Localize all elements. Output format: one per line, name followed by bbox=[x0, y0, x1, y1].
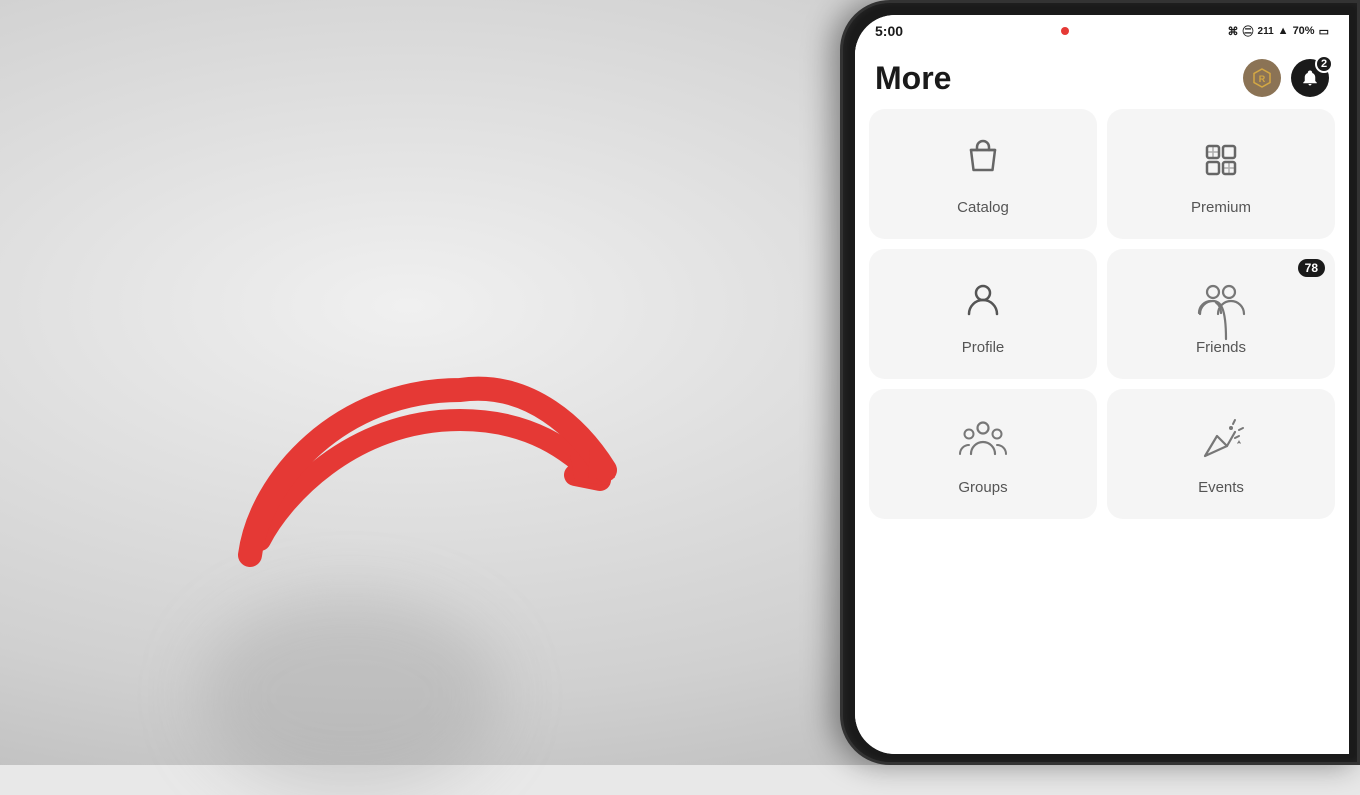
events-label: Events bbox=[1198, 479, 1244, 496]
status-bar: 5:00 ⌘ ㊁ 211 ▲ 70% ▭ bbox=[855, 15, 1349, 43]
header-icons: R 2 bbox=[1243, 59, 1329, 97]
page-title: More bbox=[875, 60, 951, 97]
groups-icon bbox=[957, 416, 1009, 469]
friends-label: Friends bbox=[1196, 339, 1246, 356]
signal-icon: ▲ bbox=[1278, 25, 1289, 37]
robux-icon: R bbox=[1251, 67, 1273, 89]
battery-text: 70% bbox=[1293, 25, 1315, 37]
friends-menu-item[interactable]: 78 Friends bbox=[1107, 249, 1335, 379]
app-content: More R 2 bbox=[855, 43, 1349, 754]
premium-icon bbox=[1197, 136, 1245, 189]
notification-button[interactable]: 2 bbox=[1291, 59, 1329, 97]
phone-screen: 5:00 ⌘ ㊁ 211 ▲ 70% ▭ More bbox=[855, 15, 1349, 754]
events-icon bbox=[1197, 416, 1245, 469]
recording-dot bbox=[1061, 27, 1069, 35]
data-icon: 211 bbox=[1258, 26, 1274, 37]
decorative-blur bbox=[200, 595, 500, 795]
svg-text:R: R bbox=[1259, 74, 1266, 84]
app-header: More R 2 bbox=[855, 43, 1349, 109]
wifi-icon: ㊁ bbox=[1243, 23, 1254, 39]
events-menu-item[interactable]: Events bbox=[1107, 389, 1335, 519]
catalog-label: Catalog bbox=[957, 199, 1009, 216]
friends-icon bbox=[1195, 276, 1247, 329]
catalog-icon bbox=[959, 136, 1007, 189]
menu-grid: Catalog bbox=[855, 109, 1349, 533]
status-icons: ⌘ ㊁ 211 ▲ 70% ▭ bbox=[1228, 23, 1329, 39]
status-time: 5:00 bbox=[875, 23, 903, 39]
profile-label: Profile bbox=[962, 339, 1005, 356]
phone-frame: 5:00 ⌘ ㊁ 211 ▲ 70% ▭ More bbox=[840, 0, 1360, 765]
bell-icon bbox=[1301, 69, 1319, 87]
premium-label: Premium bbox=[1191, 199, 1251, 216]
bluetooth-icon: ⌘ bbox=[1228, 25, 1239, 38]
profile-icon bbox=[959, 276, 1007, 329]
premium-menu-item[interactable]: Premium bbox=[1107, 109, 1335, 239]
catalog-menu-item[interactable]: Catalog bbox=[869, 109, 1097, 239]
groups-label: Groups bbox=[958, 479, 1007, 496]
friends-badge: 78 bbox=[1298, 259, 1325, 277]
profile-menu-item[interactable]: Profile bbox=[869, 249, 1097, 379]
robux-button[interactable]: R bbox=[1243, 59, 1281, 97]
groups-menu-item[interactable]: Groups bbox=[869, 389, 1097, 519]
notification-badge: 2 bbox=[1315, 55, 1333, 73]
battery-icon: ▭ bbox=[1319, 25, 1329, 38]
